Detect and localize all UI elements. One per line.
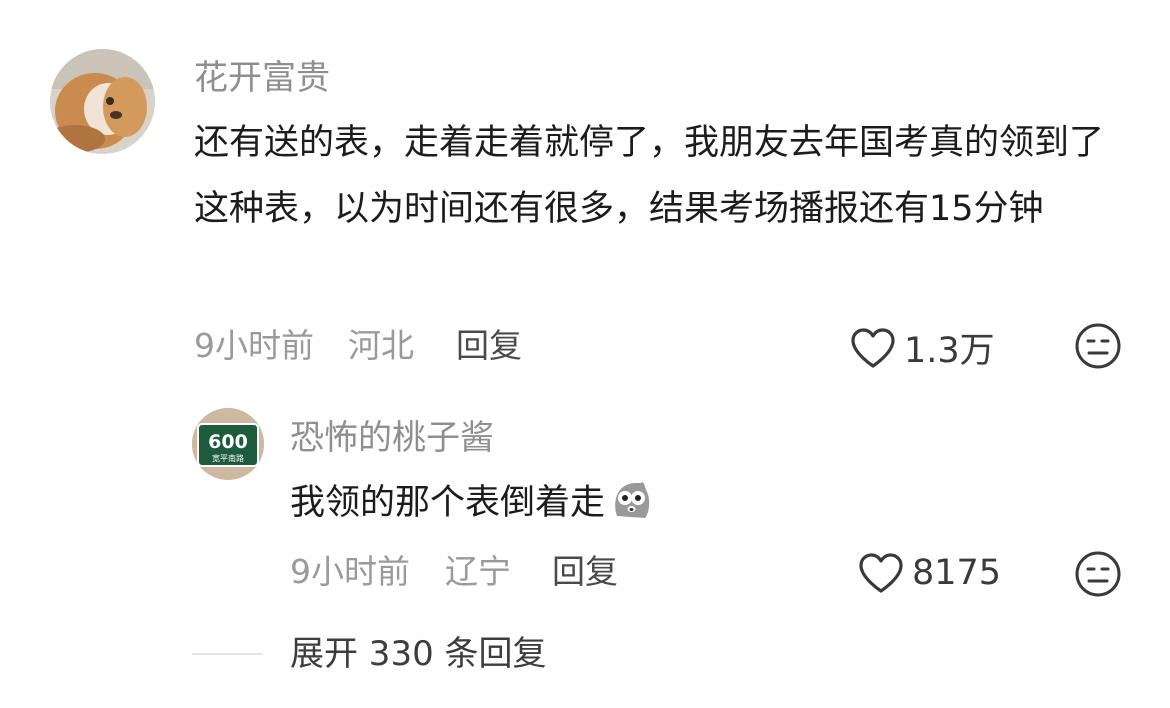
comment-text: 还有送的表，走着走着就停了，我朋友去年国考真的领到了这种表，以为时间还有很多，结… xyxy=(194,123,1105,229)
sign-text: 宽平南路 xyxy=(212,453,244,463)
reply-location: 辽宁 xyxy=(445,552,511,591)
comment-location: 河北 xyxy=(348,326,414,365)
expand-replies-button[interactable]: 展开 330 条回复 xyxy=(290,634,547,674)
reply-reply-button[interactable]: 回复 xyxy=(552,552,618,592)
comment-like-button[interactable]: 1.3万 xyxy=(850,322,995,373)
reply-emoji-react-button[interactable] xyxy=(1074,550,1122,598)
neutral-face-icon xyxy=(1075,551,1121,597)
commenter-username[interactable]: 花开富贵 xyxy=(194,58,330,98)
comment-like-count: 1.3万 xyxy=(904,331,995,371)
shocked-pigeon-emoji-icon xyxy=(607,476,655,524)
commenter-avatar[interactable] xyxy=(50,49,155,154)
street-sign-avatar-icon: 600 宽平南路 xyxy=(192,408,264,480)
comment-reply-button[interactable]: 回复 xyxy=(456,326,522,366)
comment-emoji-react-button[interactable] xyxy=(1074,322,1122,370)
heart-icon xyxy=(851,327,895,368)
reply-text-container: 我领的那个表倒着走 xyxy=(290,470,655,536)
neutral-face-icon xyxy=(1075,323,1121,369)
expand-divider xyxy=(192,653,262,655)
replier-username[interactable]: 恐怖的桃子酱 xyxy=(290,418,494,458)
reply-like-button[interactable]: 8175 xyxy=(858,552,1001,594)
reply-text: 我领的那个表倒着走 xyxy=(290,483,606,523)
comment-time: 9小时前 xyxy=(194,326,314,365)
reply-like-count: 8175 xyxy=(912,553,1002,593)
reply-time: 9小时前 xyxy=(290,552,410,591)
dog-avatar-icon xyxy=(50,49,155,154)
heart-icon xyxy=(859,553,903,593)
sign-number: 600 xyxy=(208,431,248,453)
replier-avatar[interactable]: 600 宽平南路 xyxy=(192,408,264,480)
